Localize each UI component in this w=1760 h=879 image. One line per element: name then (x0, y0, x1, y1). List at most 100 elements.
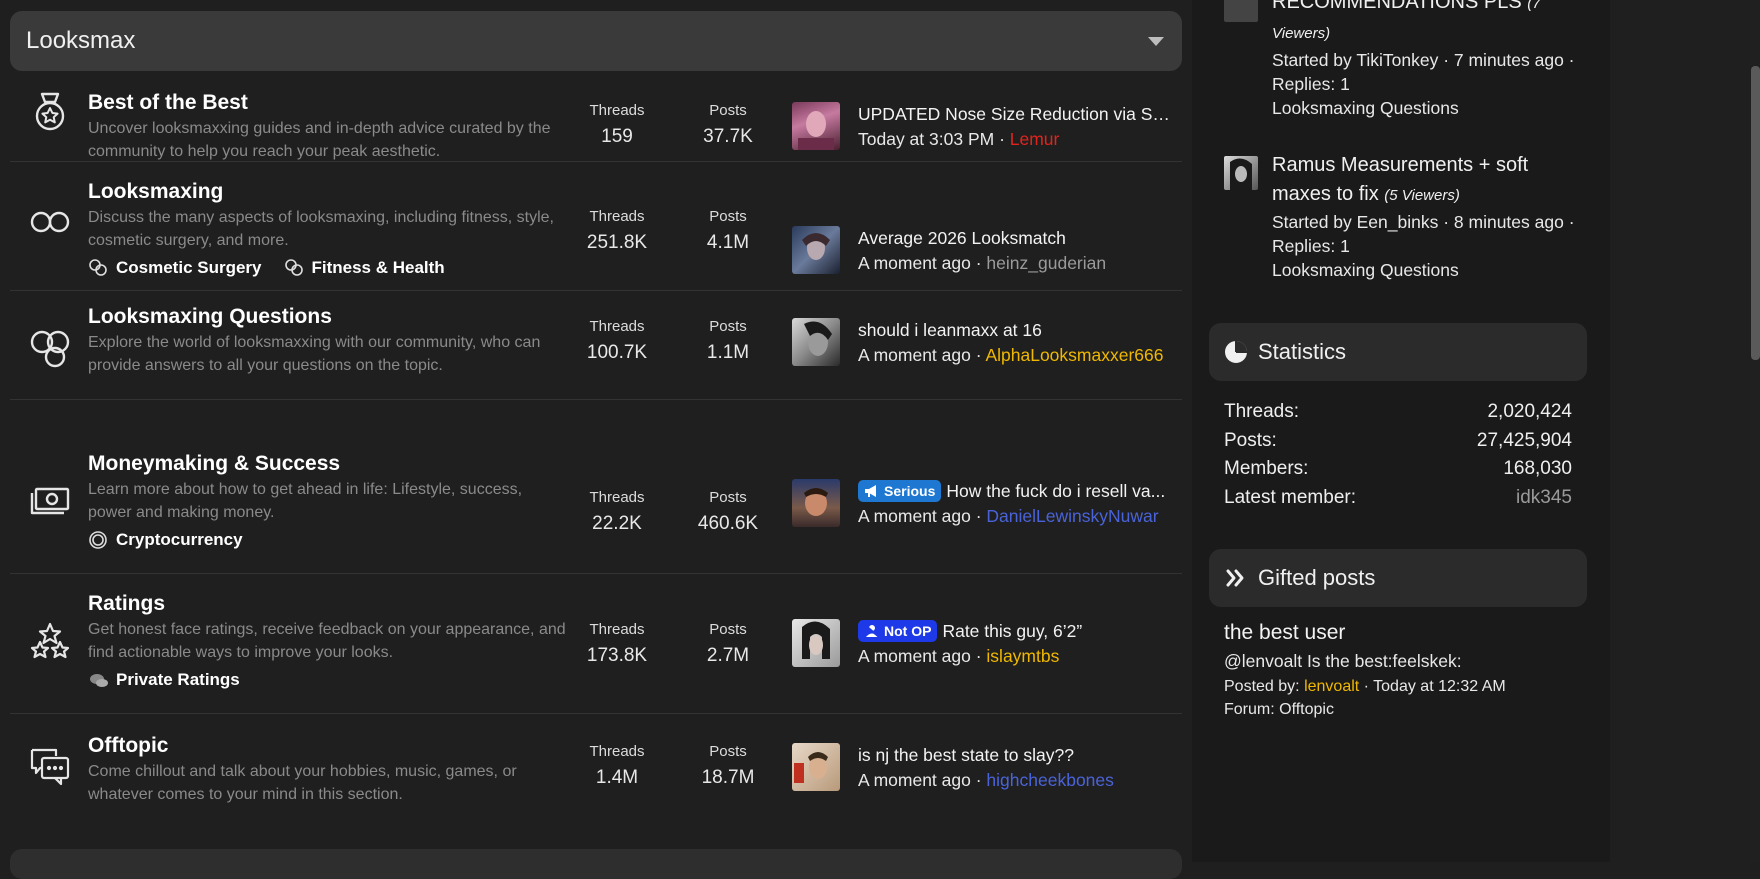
latest-time: Today at 3:03 PM (858, 129, 995, 149)
subforum-link[interactable]: Cryptocurrency (88, 530, 243, 550)
main-content: Looksmax Best of the Best Uncover looksm… (0, 0, 1192, 879)
latest-time: A moment ago (858, 345, 971, 365)
gifted-posts-title: Gifted posts (1258, 565, 1376, 590)
threads-label: Threads (589, 318, 645, 335)
latest-thread-link[interactable]: is nj the best state to slay?? (858, 743, 1178, 767)
forum-row: Looksmaxing Questions Explore the world … (10, 291, 1182, 400)
thread-replies: Replies: 1 (1272, 236, 1350, 256)
threads-count: 251.8K (586, 232, 648, 253)
latest-user-link[interactable]: Lemur (1010, 129, 1060, 149)
gifted-post: the best user @lenvoalt Is the best:feel… (1224, 618, 1584, 721)
avatar[interactable] (1224, 0, 1258, 22)
forum-row: Best of the Best Uncover looksmaxxing gu… (10, 73, 1182, 162)
trending-thread-link[interactable]: Ramus Measurements + soft maxes to fix (… (1272, 151, 1592, 210)
scrollbar-thumb[interactable] (1751, 66, 1760, 360)
posts-label: Posts (709, 208, 747, 225)
category-title[interactable]: Looksmax (26, 27, 135, 55)
stars-icon (28, 620, 72, 664)
forum-title[interactable]: Ratings (88, 591, 568, 617)
subforum-link[interactable]: Cosmetic Surgery (88, 258, 262, 278)
posts-label: Posts (709, 743, 747, 760)
threads-label: Threads (589, 102, 645, 119)
subforum-link[interactable]: Private Ratings (88, 670, 240, 690)
bubbles-icon (28, 325, 72, 369)
forum-description: Come chillout and talk about your hobbie… (88, 763, 517, 803)
avatar[interactable] (792, 226, 840, 274)
stat-row: Latest member: idk345 (1224, 484, 1572, 513)
gifted-post-title[interactable]: the best user (1224, 618, 1584, 648)
avatar[interactable] (792, 102, 840, 150)
trending-thread-link[interactable]: RECOMMENDATIONS PLS (7 Viewers) (1272, 0, 1592, 48)
forum-title[interactable]: Looksmaxing (88, 179, 568, 205)
latest-time: A moment ago (858, 506, 971, 526)
next-category-header[interactable] (10, 849, 1182, 879)
latest-user-link[interactable]: AlphaLooksmaxxer666 (985, 345, 1163, 365)
forum-row: Ratings Get honest face ratings, receive… (10, 574, 1182, 714)
statistics-header: Statistics (1209, 323, 1587, 381)
gifted-posts-header: Gifted posts (1209, 549, 1587, 607)
latest-thread-link[interactable]: Average 2026 Looksmatch (858, 226, 1178, 250)
thread-meta: Started by TikiTonkey · 7 minutes ago · (1272, 50, 1575, 70)
avatar[interactable] (792, 479, 840, 527)
latest-user-link[interactable]: heinz_guderian (986, 253, 1106, 273)
subforum-icon (284, 259, 303, 276)
threads-label: Threads (589, 208, 645, 225)
posts-label: Posts (709, 102, 747, 119)
threads-label: Threads (589, 743, 645, 760)
latest-thread-link[interactable]: Not OP Rate this guy, 6’2” (858, 619, 1178, 643)
forum-title[interactable]: Best of the Best (88, 90, 568, 116)
user-slash-icon (864, 624, 880, 638)
subforum-icon (89, 259, 107, 276)
threads-count: 1.4M (595, 767, 639, 788)
prefix-badge-serious[interactable]: Serious (858, 480, 942, 502)
viewers-count: (5 Viewers) (1384, 187, 1460, 204)
infinity-icon (28, 200, 72, 244)
forum-row: Moneymaking & Success Learn more about h… (10, 400, 1182, 574)
latest-time: A moment ago (858, 253, 971, 273)
subforum-link[interactable]: Fitness & Health (284, 258, 445, 278)
latest-user-link[interactable]: islaymtbs (986, 646, 1059, 666)
avatar[interactable] (792, 318, 840, 366)
forum-description: Learn more about how to get ahead in lif… (88, 481, 523, 521)
gifted-post-user-link[interactable]: lenvoalt (1304, 678, 1359, 695)
forum-description: Uncover looksmaxxing guides and in-depth… (88, 120, 551, 160)
medal-icon (28, 91, 72, 135)
forum-description: Explore the world of looksmaxxing with o… (88, 334, 541, 374)
prefix-badge-not-op[interactable]: Not OP (858, 620, 938, 642)
statistics-list: Threads: 2,020,424 Posts: 27,425,904 Membe… (1224, 398, 1572, 512)
threads-label: Threads (589, 621, 645, 638)
latest-thread-link[interactable]: should i leanmaxx at 16 (858, 318, 1178, 342)
thread-meta: Started by Een_binks · 8 minutes ago · (1272, 212, 1575, 232)
latest-user-link[interactable]: DanielLewinskyNuwar (986, 506, 1158, 526)
posts-count: 2.7M (706, 645, 750, 666)
collapse-caret-icon[interactable] (1148, 36, 1164, 46)
latest-member-link[interactable]: idk345 (1516, 484, 1572, 513)
avatar[interactable] (1224, 156, 1258, 190)
coin-icon (89, 531, 107, 549)
category-header[interactable]: Looksmax (10, 11, 1182, 71)
posts-count: 18.7M (701, 767, 755, 788)
posts-label: Posts (709, 318, 747, 335)
avatar[interactable] (792, 743, 840, 791)
stat-row: Posts: 27,425,904 (1224, 429, 1572, 451)
latest-thread-link[interactable]: Serious How the fuck do i resell va... (858, 479, 1178, 503)
forum-description: Discuss the many aspects of looksmaxing,… (88, 209, 554, 249)
stat-row: Threads: 2,020,424 (1224, 401, 1572, 422)
latest-user-link[interactable]: highcheekbones (986, 770, 1113, 790)
forum-title[interactable]: Looksmaxing Questions (88, 304, 568, 330)
threads-count: 159 (601, 126, 633, 147)
avatar[interactable] (792, 619, 840, 667)
posts-count: 37.7K (703, 126, 753, 147)
page-margin (1610, 0, 1751, 862)
stat-row: Members: 168,030 (1224, 458, 1572, 479)
threads-count: 173.8K (586, 645, 648, 666)
forum-title[interactable]: Offtopic (88, 733, 568, 759)
chat-bubbles-icon (90, 674, 108, 687)
latest-thread-link[interactable]: UPDATED Nose Size Reduction via Sof... (858, 102, 1178, 126)
threads-count: 100.7K (586, 342, 648, 363)
thread-forum-link[interactable]: Looksmaxing Questions (1272, 96, 1592, 120)
forum-title[interactable]: Moneymaking & Success (88, 451, 568, 477)
posts-count: 1.1M (706, 342, 750, 363)
thread-forum-link[interactable]: Looksmaxing Questions (1272, 258, 1592, 282)
chart-pie-icon (1225, 341, 1247, 363)
